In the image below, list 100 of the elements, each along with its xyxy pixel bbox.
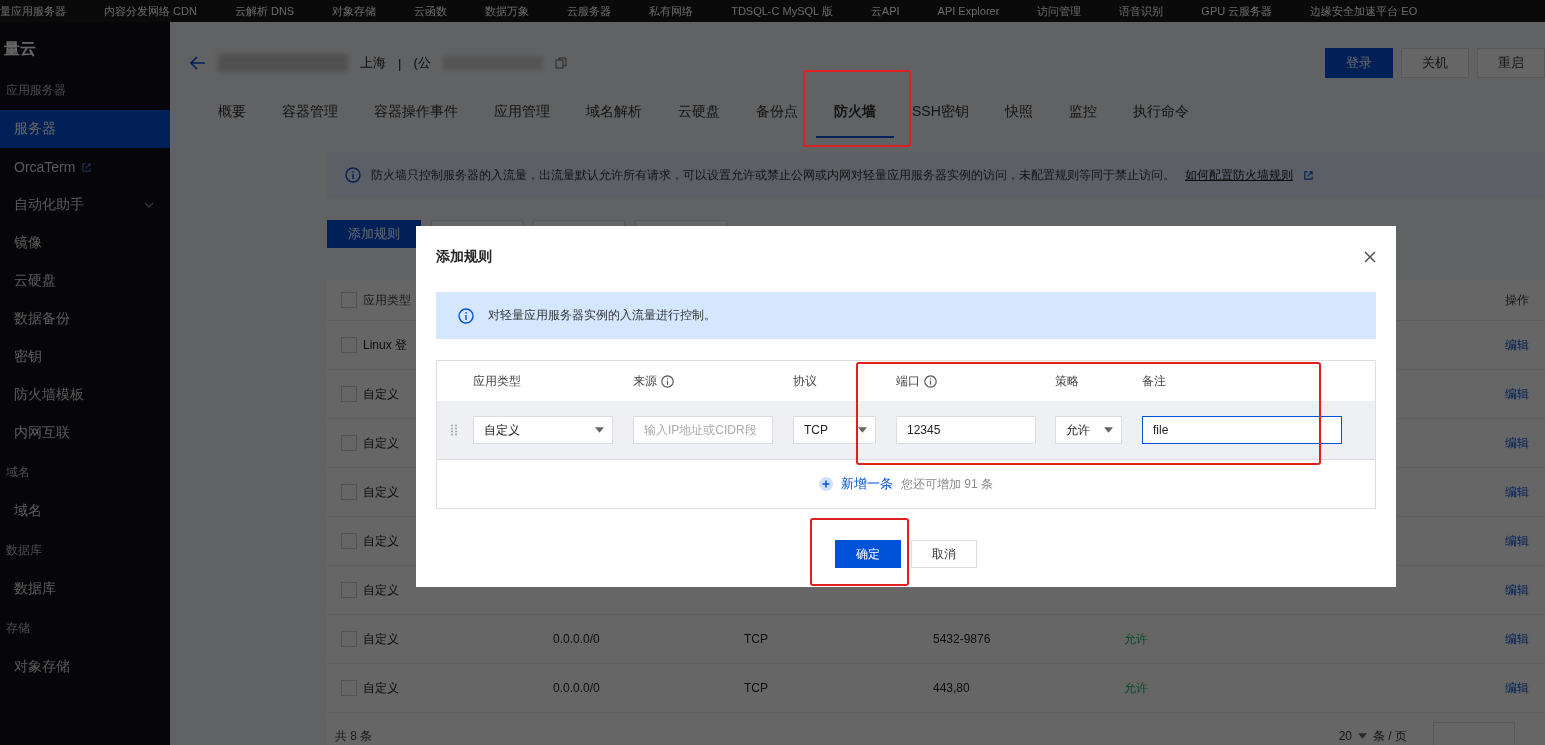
nav-link[interactable]: 内容分发网络 CDN [104,3,197,19]
edit-link[interactable]: 编辑 [1505,483,1545,501]
add-row-link[interactable]: 新增一条 [819,475,893,493]
info-icon [661,374,674,388]
nav-link[interactable]: GPU 云服务器 [1201,3,1273,19]
caret-icon [1358,733,1367,739]
sidebar-item[interactable]: OrcaTerm [0,148,170,186]
edit-link[interactable]: 编辑 [1505,630,1545,648]
help-link[interactable]: 如何配置防火墙规则 [1185,166,1293,184]
port-field[interactable]: 12345 [896,416,1036,444]
sidebar-section-title: 域名 [5,463,31,481]
console-title: 量云 [3,39,37,59]
tab[interactable]: 快照 [986,88,1051,138]
cancel-button[interactable]: 取消 [911,540,977,568]
caret-icon [858,427,867,433]
table-cell-text: 0.0.0.0/0 [553,681,601,695]
table-cell-text: 自定义 [363,483,400,501]
table-cell-text: 自定义 [363,532,400,550]
chevron-icon [144,202,154,208]
caret-icon [595,427,604,433]
column-header: 来源 [633,372,657,390]
table-cell-text: 443,80 [933,681,971,695]
sidebar-item[interactable]: 数据库 [0,570,170,608]
table-cell-text: Linux 登 [363,336,409,354]
notice-text: 防火墙只控制服务器的入流量，出流量默认允许所有请求，可以设置允许或禁止公网或内网对轻量应用服务器实例的访问，未配置规则等同于禁止访问。 [371,166,1175,184]
drag-handle-icon[interactable] [451,424,457,436]
sidebar-item[interactable]: 服务器 [0,110,170,148]
close-icon[interactable] [1364,251,1376,263]
edit-link[interactable]: 编辑 [1505,434,1545,452]
dialog-title: 添加规则 [436,248,492,266]
back-arrow-icon[interactable] [190,56,206,70]
tab[interactable]: 防火墙 [816,88,894,138]
tab[interactable]: 执行命令 [1114,88,1207,138]
column-header: 操作 [1505,291,1530,309]
column-header: 策略 [1055,372,1079,390]
tab[interactable]: 容器管理 [264,88,356,138]
table-cell-text: 自定义 [363,581,400,599]
header-button[interactable]: 关机 [1401,48,1469,78]
table-cell-text: 自定义 [363,434,400,452]
sidebar-item[interactable]: 对象存储 [0,648,170,686]
sidebar-item[interactable]: 镜像 [0,224,170,262]
sidebar-item[interactable]: 域名 [0,492,170,530]
source-field[interactable]: 输入IP地址或CIDR段 [633,416,773,444]
column-header: 端口 [896,372,920,390]
nav-link[interactable]: 私有网络 [649,3,694,19]
edit-link[interactable]: 编辑 [1505,679,1545,697]
tab[interactable]: 监控 [1050,88,1115,138]
nav-link[interactable]: 云函数 [414,3,448,19]
nav-link[interactable]: 语音识别 [1119,3,1164,19]
column-header: 应用类型 [363,291,412,309]
nav-link[interactable]: 访问管理 [1037,3,1082,19]
nav-link[interactable]: 边缘安全加速平台 EO [1310,3,1418,19]
copy-icon[interactable] [554,57,567,69]
edit-link[interactable]: 编辑 [1505,385,1545,403]
add-rule-button[interactable]: 添加规则 [327,220,421,248]
tab[interactable]: 应用管理 [476,88,568,138]
sidebar-item[interactable]: 云硬盘 [0,262,170,300]
nav-link[interactable]: API Explorer [937,5,1000,17]
edit-link[interactable]: 编辑 [1505,581,1545,599]
sidebar-item[interactable]: 数据备份 [0,300,170,338]
nav-link[interactable]: TDSQL-C MySQL 版 [731,3,833,19]
tab[interactable]: 域名解析 [568,88,660,138]
nav-link[interactable]: 量应用服务器 [0,3,66,19]
edit-link[interactable]: 编辑 [1505,532,1545,550]
tab[interactable]: 容器操作事件 [356,88,476,138]
sidebar-item[interactable]: 密钥 [0,338,170,376]
column-header: 应用类型 [473,372,521,390]
tab[interactable]: 概要 [200,88,264,138]
table-cell-text: TCP [744,681,769,695]
nav-link[interactable]: 对象存储 [332,3,377,19]
table-cell-text: 允许 [1124,630,1149,648]
tab[interactable]: 云硬盘 [660,88,738,138]
sidebar-item[interactable]: 自动化助手 [0,186,170,224]
sidebar-item[interactable]: 防火墙模板 [0,376,170,414]
header-button[interactable]: 重启 [1477,48,1545,78]
table-cell-text: 自定义 [363,679,400,697]
separator-text: | [398,55,402,71]
table-cell-text: 0.0.0.0/0 [553,632,601,646]
nav-link[interactable]: 数据万象 [485,3,530,19]
tab[interactable]: 备份点 [738,88,816,138]
table-cell-text: TCP [744,632,769,646]
nav-link[interactable]: 云解析 DNS [234,3,295,19]
type-select[interactable]: 自定义 [473,416,613,444]
table-cell-text: 自定义 [363,385,400,403]
region-label: 上海 [360,54,386,72]
protocol-select[interactable]: TCP [793,416,876,444]
remark-field[interactable]: file [1142,416,1342,444]
page-size-select[interactable]: 20 [1338,729,1352,743]
nav-link[interactable]: 云API [870,3,900,19]
edit-link[interactable]: 编辑 [1505,336,1545,354]
info-icon [924,374,937,388]
sidebar-item[interactable]: 内网互联 [0,414,170,452]
confirm-button[interactable]: 确定 [835,540,901,568]
tab[interactable]: SSH密钥 [894,88,987,138]
policy-select[interactable]: 允许 [1055,416,1122,444]
sidebar-section-title: 存储 [5,619,31,637]
header-button[interactable]: 登录 [1325,48,1393,78]
column-header: 备注 [1142,372,1166,390]
nav-link[interactable]: 云服务器 [567,3,612,19]
external-link-icon [81,161,93,173]
